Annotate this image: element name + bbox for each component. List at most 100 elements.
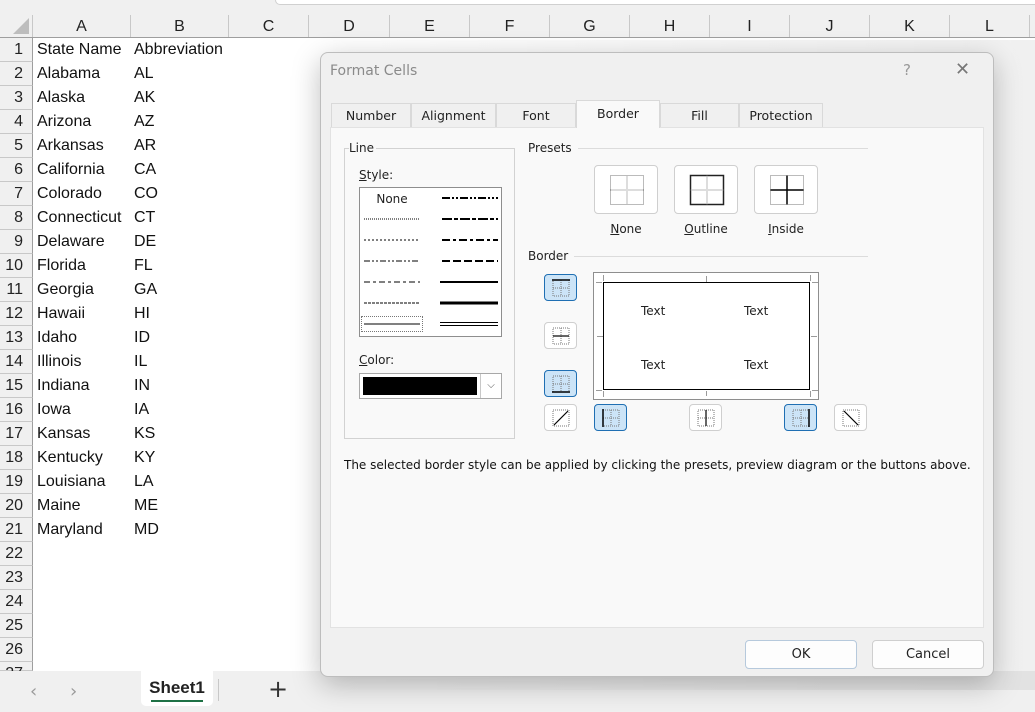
cell-state-name[interactable]: Georgia	[37, 278, 94, 302]
cell-state-name[interactable]: Colorado	[37, 182, 102, 206]
column-header-f[interactable]: F	[470, 15, 550, 37]
cell-state-name[interactable]: Maryland	[37, 518, 103, 542]
cell-state-name[interactable]: Illinois	[37, 350, 81, 374]
tab-number[interactable]: Number	[331, 103, 411, 127]
cell-state-name[interactable]: Indiana	[37, 374, 90, 398]
cell-state-name[interactable]: Louisiana	[37, 470, 106, 494]
row-header[interactable]: 9	[0, 230, 33, 254]
row-header[interactable]: 26	[0, 638, 33, 662]
line-style-dash-dot-dot[interactable]	[362, 254, 422, 268]
line-style-slant-dash-dot[interactable]	[440, 212, 500, 226]
tab-protection[interactable]: Protection	[739, 103, 823, 127]
cell-abbreviation[interactable]: LA	[134, 470, 154, 494]
row-header[interactable]: 24	[0, 590, 33, 614]
row-header[interactable]: 16	[0, 398, 33, 422]
cell-state-name[interactable]: Kansas	[37, 422, 90, 446]
cell-abbreviation[interactable]: ID	[134, 326, 150, 350]
border-diagonal-down-button[interactable]	[834, 404, 867, 431]
column-header-k[interactable]: K	[870, 15, 950, 37]
column-header-j[interactable]: J	[790, 15, 870, 37]
cell-state-name[interactable]: California	[37, 158, 105, 182]
cell-abbreviation[interactable]: KS	[134, 422, 155, 446]
column-header-h[interactable]: H	[630, 15, 710, 37]
cell-state-name[interactable]: State Name	[37, 38, 121, 62]
close-button[interactable]: ✕	[955, 59, 970, 80]
line-style-medium-dashed[interactable]	[440, 254, 500, 268]
border-inside-horizontal-button[interactable]	[544, 322, 577, 349]
cell-abbreviation[interactable]: GA	[134, 278, 157, 302]
border-diagonal-up-button[interactable]	[544, 404, 577, 431]
formula-bar[interactable]	[275, 0, 1035, 5]
line-style-dashed[interactable]	[362, 296, 422, 310]
sheet-tab-sheet1[interactable]: Sheet1	[141, 671, 213, 706]
cell-state-name[interactable]: Alabama	[37, 62, 100, 86]
row-header[interactable]: 21	[0, 518, 33, 542]
border-right-button[interactable]	[784, 404, 817, 431]
cell-abbreviation[interactable]: AR	[134, 134, 156, 158]
row-header[interactable]: 15	[0, 374, 33, 398]
row-header[interactable]: 22	[0, 542, 33, 566]
cell-abbreviation[interactable]: AK	[134, 86, 155, 110]
line-style-hair[interactable]	[362, 212, 422, 226]
row-header[interactable]: 20	[0, 494, 33, 518]
cell-state-name[interactable]: Alaska	[37, 86, 85, 110]
border-preview[interactable]: Text Text Text Text	[593, 272, 819, 400]
help-button[interactable]: ?	[903, 61, 911, 79]
border-bottom-button[interactable]	[544, 370, 577, 397]
cell-abbreviation[interactable]: FL	[134, 254, 153, 278]
preset-inside-button[interactable]	[754, 165, 818, 214]
row-header[interactable]: 13	[0, 326, 33, 350]
cell-abbreviation[interactable]: KY	[134, 446, 155, 470]
cell-abbreviation[interactable]: MD	[134, 518, 159, 542]
cell-abbreviation[interactable]: IN	[134, 374, 150, 398]
line-style-double[interactable]	[440, 317, 500, 331]
preset-outline-button[interactable]	[674, 165, 738, 214]
row-header[interactable]: 12	[0, 302, 33, 326]
row-header[interactable]: 4	[0, 110, 33, 134]
row-header[interactable]: 14	[0, 350, 33, 374]
row-header[interactable]: 27	[0, 662, 33, 682]
row-header[interactable]: 19	[0, 470, 33, 494]
line-style-none[interactable]: None	[362, 192, 422, 208]
row-header[interactable]: 2	[0, 62, 33, 86]
row-header[interactable]: 25	[0, 614, 33, 638]
row-header[interactable]: 18	[0, 446, 33, 470]
row-header[interactable]: 3	[0, 86, 33, 110]
row-header[interactable]: 8	[0, 206, 33, 230]
row-header[interactable]: 17	[0, 422, 33, 446]
column-header-e[interactable]: E	[390, 15, 470, 37]
cell-state-name[interactable]: Arizona	[37, 110, 91, 134]
row-header[interactable]: 23	[0, 566, 33, 590]
cell-state-name[interactable]: Arkansas	[37, 134, 104, 158]
tab-alignment[interactable]: Alignment	[411, 103, 496, 127]
cell-state-name[interactable]: Kentucky	[37, 446, 103, 470]
cell-abbreviation[interactable]: IL	[134, 350, 147, 374]
column-header-l[interactable]: L	[950, 15, 1030, 37]
border-top-button[interactable]	[544, 274, 577, 301]
cell-state-name[interactable]: Idaho	[37, 326, 77, 350]
cell-abbreviation[interactable]: CT	[134, 206, 155, 230]
column-header-i[interactable]: I	[710, 15, 790, 37]
line-style-thick[interactable]	[440, 296, 500, 310]
ok-button[interactable]: OK	[745, 640, 857, 669]
cell-abbreviation[interactable]: CO	[134, 182, 158, 206]
row-header[interactable]: 11	[0, 278, 33, 302]
cancel-button[interactable]: Cancel	[872, 640, 984, 669]
border-inside-vertical-button[interactable]	[689, 404, 722, 431]
add-sheet-button[interactable]: +	[268, 675, 288, 703]
row-header[interactable]: 10	[0, 254, 33, 278]
row-header[interactable]: 7	[0, 182, 33, 206]
column-header-c[interactable]: C	[229, 15, 309, 37]
column-header-d[interactable]: D	[309, 15, 390, 37]
cell-abbreviation[interactable]: HI	[134, 302, 150, 326]
color-dropdown[interactable]: ⌵	[359, 373, 502, 399]
cell-abbreviation[interactable]: DE	[134, 230, 156, 254]
next-sheet-icon[interactable]: ›	[70, 681, 77, 702]
select-all-corner[interactable]	[0, 15, 33, 37]
column-header-g[interactable]: G	[550, 15, 630, 37]
tab-font[interactable]: Font	[496, 103, 576, 127]
preset-none-button[interactable]	[594, 165, 658, 214]
cell-state-name[interactable]: Maine	[37, 494, 81, 518]
tab-fill[interactable]: Fill	[660, 103, 739, 127]
cell-state-name[interactable]: Iowa	[37, 398, 71, 422]
